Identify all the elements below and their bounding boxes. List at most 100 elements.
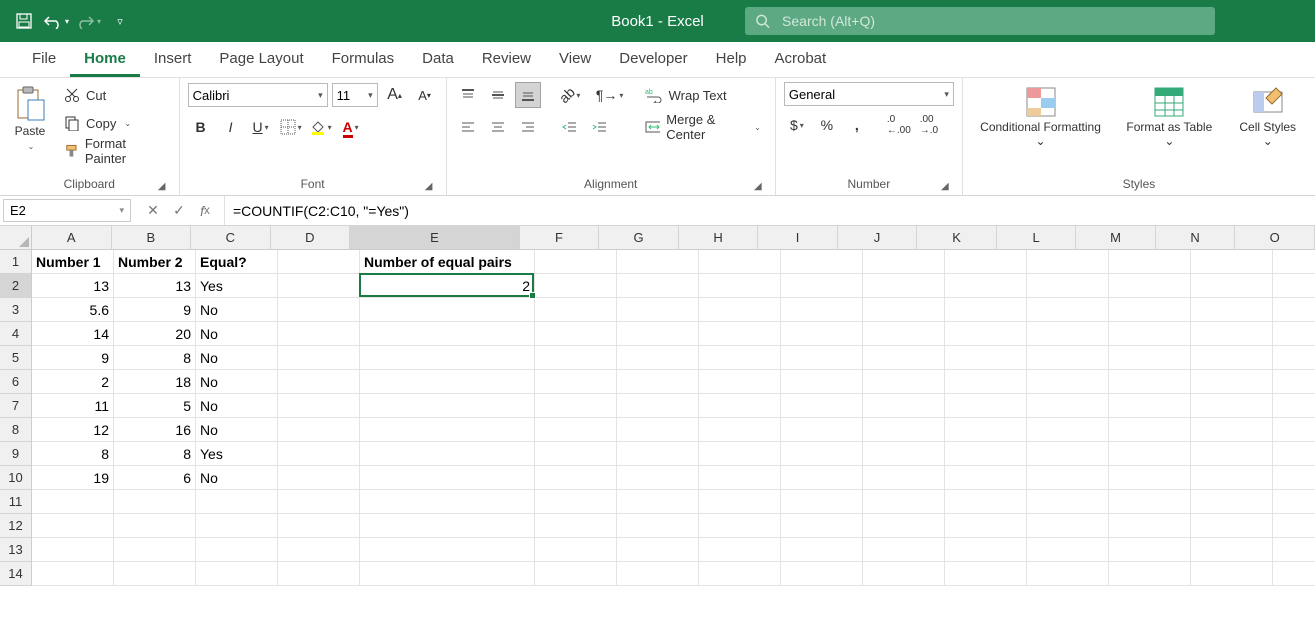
column-header-A[interactable]: A xyxy=(32,226,112,250)
copy-button[interactable]: Copy⌄ xyxy=(58,110,171,136)
insert-function-button[interactable]: fx xyxy=(192,199,218,223)
cell-C2[interactable]: Yes xyxy=(196,274,278,298)
cell-J8[interactable] xyxy=(863,418,945,442)
cell-I9[interactable] xyxy=(781,442,863,466)
search-input[interactable] xyxy=(782,13,1205,29)
cell-M11[interactable] xyxy=(1109,490,1191,514)
comma-button[interactable]: , xyxy=(844,112,870,138)
cell-M2[interactable] xyxy=(1109,274,1191,298)
cell-K9[interactable] xyxy=(945,442,1027,466)
tab-data[interactable]: Data xyxy=(408,43,468,77)
cell-O5[interactable] xyxy=(1273,346,1315,370)
cell-I6[interactable] xyxy=(781,370,863,394)
cell-N8[interactable] xyxy=(1191,418,1273,442)
cell-C11[interactable] xyxy=(196,490,278,514)
cell-B6[interactable]: 18 xyxy=(114,370,196,394)
cell-D1[interactable] xyxy=(278,250,360,274)
cell-M1[interactable] xyxy=(1109,250,1191,274)
merge-center-button[interactable]: Merge & Center⌄ xyxy=(639,114,767,140)
cell-H6[interactable] xyxy=(699,370,781,394)
cell-B3[interactable]: 9 xyxy=(114,298,196,322)
cell-L7[interactable] xyxy=(1027,394,1109,418)
cell-M9[interactable] xyxy=(1109,442,1191,466)
cell-L5[interactable] xyxy=(1027,346,1109,370)
cell-I1[interactable] xyxy=(781,250,863,274)
cell-K7[interactable] xyxy=(945,394,1027,418)
orientation-button[interactable]: ab▾ xyxy=(557,82,583,108)
cell-H13[interactable] xyxy=(699,538,781,562)
cell-M3[interactable] xyxy=(1109,298,1191,322)
cell-B2[interactable]: 13 xyxy=(114,274,196,298)
cell-D9[interactable] xyxy=(278,442,360,466)
cell-K2[interactable] xyxy=(945,274,1027,298)
cell-H9[interactable] xyxy=(699,442,781,466)
cell-E3[interactable] xyxy=(360,298,535,322)
cell-O4[interactable] xyxy=(1273,322,1315,346)
tab-view[interactable]: View xyxy=(545,43,605,77)
row-header-9[interactable]: 9 xyxy=(0,442,32,466)
cell-E14[interactable] xyxy=(360,562,535,586)
wrap-text-button[interactable]: ab Wrap Text xyxy=(639,82,767,108)
cell-I14[interactable] xyxy=(781,562,863,586)
number-format-combo[interactable]: General▾ xyxy=(784,82,954,106)
cell-F1[interactable] xyxy=(535,250,617,274)
cell-K4[interactable] xyxy=(945,322,1027,346)
increase-font-button[interactable]: A▴ xyxy=(382,82,408,108)
row-header-7[interactable]: 7 xyxy=(0,394,32,418)
align-top-button[interactable] xyxy=(455,82,481,108)
row-header-13[interactable]: 13 xyxy=(0,538,32,562)
cell-N1[interactable] xyxy=(1191,250,1273,274)
cell-C7[interactable]: No xyxy=(196,394,278,418)
cell-A3[interactable]: 5.6 xyxy=(32,298,114,322)
cell-N4[interactable] xyxy=(1191,322,1273,346)
cell-L2[interactable] xyxy=(1027,274,1109,298)
cell-H12[interactable] xyxy=(699,514,781,538)
bold-button[interactable]: B xyxy=(188,114,214,140)
cell-M14[interactable] xyxy=(1109,562,1191,586)
cell-M7[interactable] xyxy=(1109,394,1191,418)
row-header-4[interactable]: 4 xyxy=(0,322,32,346)
cell-G8[interactable] xyxy=(617,418,699,442)
cell-F13[interactable] xyxy=(535,538,617,562)
cell-F5[interactable] xyxy=(535,346,617,370)
column-header-H[interactable]: H xyxy=(679,226,759,250)
cell-I5[interactable] xyxy=(781,346,863,370)
cell-M12[interactable] xyxy=(1109,514,1191,538)
cell-I3[interactable] xyxy=(781,298,863,322)
cell-K12[interactable] xyxy=(945,514,1027,538)
cut-button[interactable]: Cut xyxy=(58,82,171,108)
name-box[interactable]: E2▾ xyxy=(3,199,131,222)
cell-K1[interactable] xyxy=(945,250,1027,274)
cell-J3[interactable] xyxy=(863,298,945,322)
cell-N13[interactable] xyxy=(1191,538,1273,562)
column-header-I[interactable]: I xyxy=(758,226,838,250)
cell-N5[interactable] xyxy=(1191,346,1273,370)
ltr-button[interactable]: ¶→▾ xyxy=(597,82,623,108)
cell-D14[interactable] xyxy=(278,562,360,586)
cell-A12[interactable] xyxy=(32,514,114,538)
cell-D8[interactable] xyxy=(278,418,360,442)
cell-O1[interactable] xyxy=(1273,250,1315,274)
cell-J6[interactable] xyxy=(863,370,945,394)
cell-D13[interactable] xyxy=(278,538,360,562)
cell-B1[interactable]: Number 2 xyxy=(114,250,196,274)
cell-K11[interactable] xyxy=(945,490,1027,514)
cell-L8[interactable] xyxy=(1027,418,1109,442)
cell-H8[interactable] xyxy=(699,418,781,442)
cell-E11[interactable] xyxy=(360,490,535,514)
cell-A10[interactable]: 19 xyxy=(32,466,114,490)
format-as-table-button[interactable]: Format as Table ⌄ xyxy=(1116,82,1222,175)
cell-N3[interactable] xyxy=(1191,298,1273,322)
conditional-formatting-button[interactable]: Conditional Formatting ⌄ xyxy=(971,82,1110,175)
cell-H2[interactable] xyxy=(699,274,781,298)
cell-styles-button[interactable]: Cell Styles ⌄ xyxy=(1228,82,1307,175)
cell-C6[interactable]: No xyxy=(196,370,278,394)
row-header-3[interactable]: 3 xyxy=(0,298,32,322)
select-all-corner[interactable] xyxy=(0,226,32,250)
tab-page-layout[interactable]: Page Layout xyxy=(205,43,317,77)
cell-L1[interactable] xyxy=(1027,250,1109,274)
undo-button[interactable]: ▾ xyxy=(42,7,70,35)
row-header-2[interactable]: 2 xyxy=(0,274,32,298)
cell-M4[interactable] xyxy=(1109,322,1191,346)
cell-I10[interactable] xyxy=(781,466,863,490)
